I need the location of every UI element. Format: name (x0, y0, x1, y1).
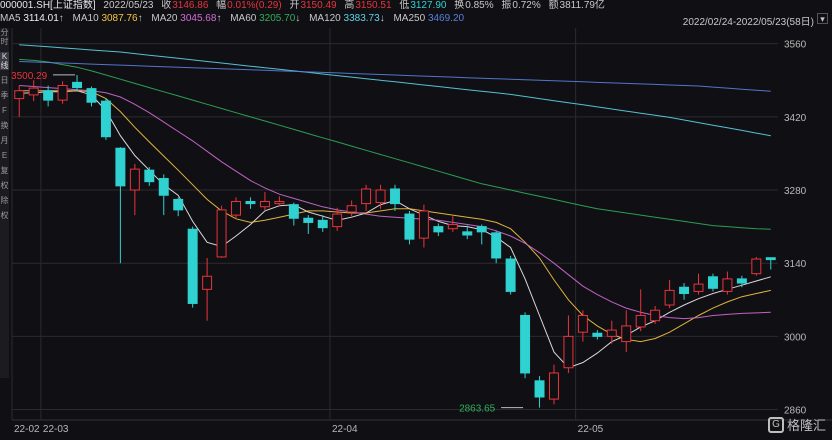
candle-body (491, 232, 502, 259)
candle-body (534, 380, 545, 398)
candle-body (187, 228, 198, 304)
candle-body (592, 332, 603, 337)
candle-body (361, 188, 372, 205)
candle-body (476, 226, 487, 233)
candle-body (707, 276, 718, 289)
y-tick-label: 3140 (784, 259, 807, 270)
candle-body (433, 226, 444, 233)
candle-body (404, 213, 415, 240)
x-tick-label: 22-05 (578, 424, 604, 435)
candle-body (332, 213, 343, 228)
candle-body (679, 286, 690, 295)
candle-body (736, 278, 747, 284)
ma-line-ma250 (19, 61, 771, 92)
candle-body (129, 168, 140, 191)
candle-body (664, 289, 675, 306)
y-tick-label: 3560 (784, 40, 807, 51)
candle-body (390, 188, 400, 205)
candle-body (418, 210, 429, 239)
candle-body (100, 100, 111, 138)
candle-body (621, 325, 632, 343)
ma-line-ma5 (19, 90, 771, 369)
candle-body (650, 309, 661, 322)
candle-body (274, 201, 285, 205)
watermark-text: 格隆汇 (786, 418, 826, 433)
candle-body (303, 217, 314, 223)
candle-body (158, 178, 169, 196)
candle-body (462, 231, 473, 236)
candle-body (375, 189, 386, 204)
candle-body (722, 278, 733, 292)
candle-body (520, 314, 531, 374)
candle-body (28, 87, 39, 96)
candle-body (693, 283, 704, 292)
candle-body (86, 88, 97, 103)
y-tick-label: 3280 (784, 186, 807, 197)
ma-line-ma10 (19, 90, 771, 343)
x-tick-label: 22-02 (14, 424, 40, 435)
candle-body (202, 275, 213, 290)
candle-body (144, 169, 155, 183)
y-tick-label: 3420 (784, 113, 807, 124)
candle-body (231, 201, 241, 216)
candle-body (115, 147, 126, 187)
x-tick-label: 22-03 (43, 424, 69, 435)
candle-body (577, 314, 588, 333)
x-tick-label: 22-04 (332, 424, 358, 435)
logo-icon: G (767, 416, 784, 433)
candle-body (259, 201, 270, 208)
candle-body (346, 205, 357, 213)
candle-body (245, 201, 256, 205)
candle-body (288, 204, 299, 219)
candle-body (317, 219, 328, 229)
y-tick-label: 3000 (784, 332, 807, 343)
candle-body (635, 314, 646, 328)
annotation-label: 2863.65 (459, 404, 496, 415)
candle-body (216, 209, 227, 258)
candle-body (606, 329, 617, 337)
candle-body (751, 258, 762, 275)
candle-body (14, 90, 25, 100)
candle-body (57, 84, 68, 101)
candlestick-chart[interactable]: 35603420328031403000286022-02 22-03 22-04 2… (0, 0, 832, 440)
candle-body (563, 335, 574, 369)
candle-body (43, 90, 54, 101)
candle-body (765, 257, 776, 261)
candle-body (505, 258, 516, 292)
candle-body (549, 372, 559, 400)
candle-body (447, 224, 458, 230)
candle-body (72, 81, 83, 89)
candle-body (173, 198, 184, 211)
ma-line-ma120 (19, 44, 771, 137)
watermark: G 格隆汇 (767, 415, 826, 434)
annotation-label: 3500.29 (11, 71, 48, 82)
